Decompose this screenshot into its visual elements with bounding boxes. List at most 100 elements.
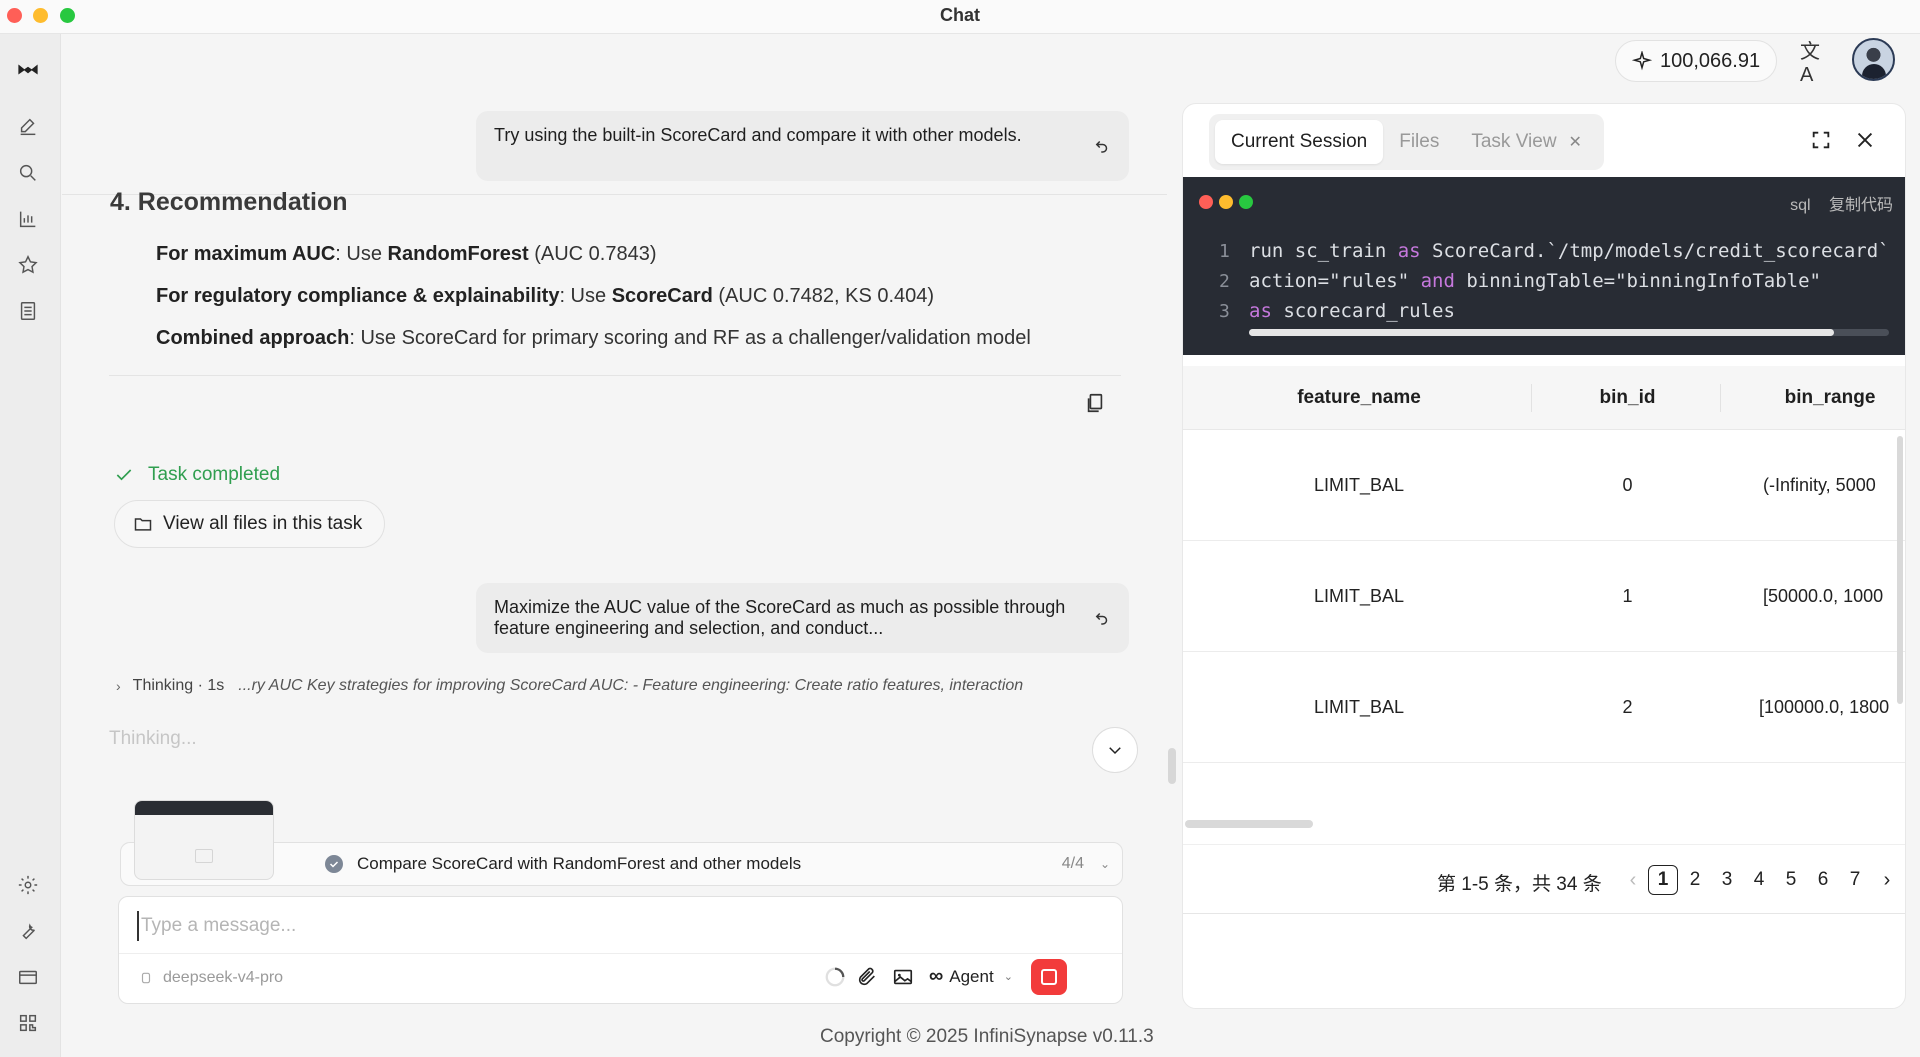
screenshot-thumbnail[interactable] — [134, 800, 274, 880]
infinity-icon: ∞ — [929, 965, 944, 987]
prev-page-icon[interactable]: ‹ — [1623, 865, 1643, 895]
model-selector[interactable]: deepseek-v4-pro — [139, 969, 283, 987]
settings-icon[interactable] — [14, 871, 42, 899]
task-completed-label: Task completed — [148, 464, 281, 485]
task-count: 4/4 — [1061, 855, 1084, 872]
table-vertical-scrollbar[interactable] — [1897, 436, 1903, 704]
recommendation-heading: 4. Recommendation — [110, 188, 348, 216]
column-header[interactable]: feature_name — [1183, 366, 1535, 430]
table-cell: 2 — [1622, 697, 1633, 717]
scroll-to-bottom-button[interactable] — [1092, 727, 1138, 773]
checkmark-icon — [116, 469, 132, 481]
code-language: sql — [1790, 197, 1811, 214]
credits-badge[interactable]: 100,066.91 — [1615, 40, 1777, 82]
new-chat-icon[interactable] — [14, 113, 42, 141]
column-header[interactable]: bin_range — [1720, 366, 1905, 430]
image-icon[interactable] — [889, 963, 917, 991]
page-6[interactable]: 6 — [1808, 865, 1838, 895]
translate-icon[interactable]: 文A — [1800, 41, 1828, 86]
credits-value: 100,066.91 — [1660, 49, 1761, 72]
task-label: Compare ScoreCard with RandomForest and … — [357, 854, 802, 873]
attach-icon[interactable] — [853, 963, 881, 991]
folder-icon — [134, 518, 152, 531]
table-cell: [50000.0, 1000 — [1763, 586, 1884, 606]
table-cell: [100000.0, 1800 — [1759, 697, 1890, 717]
chat-area: Try using the built-in ScoreCard and com… — [62, 90, 1167, 1030]
pagination-summary: 第 1-5 条，共 34 条 — [1437, 874, 1602, 895]
tab-task-view[interactable]: Task View ✕ — [1455, 120, 1598, 164]
panel-tabs: Current Session Files Task View ✕ — [1209, 114, 1604, 170]
column-header[interactable]: bin_id — [1535, 366, 1720, 430]
rollback-icon[interactable] — [1093, 137, 1111, 155]
task-completed-status: Task completed — [114, 464, 280, 486]
table-horizontal-scrollbar[interactable] — [1185, 820, 1313, 828]
close-panel-icon[interactable] — [1851, 126, 1879, 154]
line-number: 1 — [1219, 241, 1230, 262]
pagination: 第 1-5 条，共 34 条 ‹ 1 2 3 4 5 6 7 › — [1183, 844, 1905, 914]
stop-button[interactable] — [1031, 959, 1067, 995]
chevron-down-icon: ⌄ — [1003, 971, 1013, 983]
table-row: LIMIT_BAL 1 [50000.0, 1000 — [1183, 541, 1905, 652]
code-line: action="rules" and binningTable="binning… — [1249, 270, 1821, 292]
view-files-label: View all files in this task — [163, 513, 363, 534]
chevron-right-icon: › — [116, 678, 121, 694]
model-name: deepseek-v4-pro — [163, 969, 284, 986]
recommendation-item: For maximum AUC: Use RandomForest (AUC 0… — [156, 243, 657, 265]
table-cell: 0 — [1622, 475, 1633, 495]
apps-grid-icon[interactable] — [14, 1009, 42, 1037]
view-files-button[interactable]: View all files in this task — [114, 500, 385, 548]
side-panel: Current Session Files Task View ✕ sql 复制代… — [1182, 103, 1906, 1009]
copy-icon[interactable] — [1084, 392, 1106, 414]
code-line: as scorecard_rules — [1249, 300, 1455, 322]
message-input[interactable] — [137, 911, 1097, 941]
check-circle-icon — [325, 855, 343, 873]
stop-icon — [1041, 969, 1057, 985]
title-bar: Chat — [0, 0, 1920, 34]
copy-code-button[interactable]: 复制代码 — [1829, 197, 1893, 214]
table-row: LIMIT_BAL 2 [100000.0, 1800 — [1183, 652, 1905, 763]
app-logo-icon[interactable] — [14, 56, 42, 84]
star-icon[interactable] — [14, 251, 42, 279]
tab-current-session[interactable]: Current Session — [1215, 120, 1384, 164]
composer: deepseek-v4-pro ∞ Agent ⌄ — [118, 896, 1123, 1004]
notes-icon[interactable] — [14, 297, 42, 325]
tab-files[interactable]: Files — [1383, 120, 1455, 164]
search-icon[interactable] — [14, 159, 42, 187]
code-block: sql 复制代码 1 run sc_train as ScoreCard.`/t… — [1183, 177, 1905, 355]
agent-label: Agent — [949, 966, 994, 986]
thinking-snippet: ...ry AUC Key strategies for improving S… — [238, 677, 1024, 694]
chevron-down-icon — [1109, 747, 1121, 755]
wallet-icon[interactable] — [14, 963, 42, 991]
line-number: 2 — [1219, 271, 1230, 292]
page-5[interactable]: 5 — [1776, 865, 1806, 895]
message-divider — [109, 375, 1121, 376]
code-line: run sc_train as ScoreCard.`/tmp/models/c… — [1249, 240, 1890, 262]
page-7[interactable]: 7 — [1840, 865, 1870, 895]
table-cell: (-Infinity, 5000 — [1763, 475, 1876, 495]
agent-mode-selector[interactable]: ∞ Agent ⌄ — [929, 965, 1013, 988]
table-cell: 1 — [1622, 586, 1633, 606]
page-4[interactable]: 4 — [1744, 865, 1774, 895]
user-message-text: Maximize the AUC value of the ScoreCard … — [494, 597, 1066, 638]
panel-resize-handle[interactable] — [1168, 748, 1176, 784]
close-tab-icon[interactable]: ✕ — [1569, 132, 1582, 152]
table-cell: LIMIT_BAL — [1313, 475, 1405, 495]
chart-icon[interactable] — [14, 205, 42, 233]
wrench-icon[interactable] — [14, 917, 42, 945]
next-page-icon[interactable]: › — [1877, 865, 1897, 895]
page-2[interactable]: 2 — [1680, 865, 1710, 895]
thinking-label: Thinking · 1s — [132, 677, 225, 694]
sparkle-icon — [1632, 51, 1652, 71]
rollback-icon[interactable] — [1093, 609, 1111, 627]
user-avatar[interactable] — [1852, 38, 1895, 81]
thinking-toggle[interactable]: › Thinking · 1s ...ry AUC Key strategies… — [116, 677, 1023, 695]
page-3[interactable]: 3 — [1712, 865, 1742, 895]
chevron-down-icon: ⌄ — [1099, 857, 1110, 871]
left-sidebar — [0, 34, 61, 1057]
copyright-text: Copyright © 2025 InfiniSynapse v0.11.3 — [820, 1026, 1154, 1047]
table-cell: LIMIT_BAL — [1313, 697, 1405, 717]
user-message: Try using the built-in ScoreCard and com… — [476, 111, 1129, 181]
fullscreen-icon[interactable] — [1807, 126, 1835, 154]
page-1[interactable]: 1 — [1648, 865, 1678, 895]
code-scrollbar[interactable] — [1249, 329, 1889, 336]
